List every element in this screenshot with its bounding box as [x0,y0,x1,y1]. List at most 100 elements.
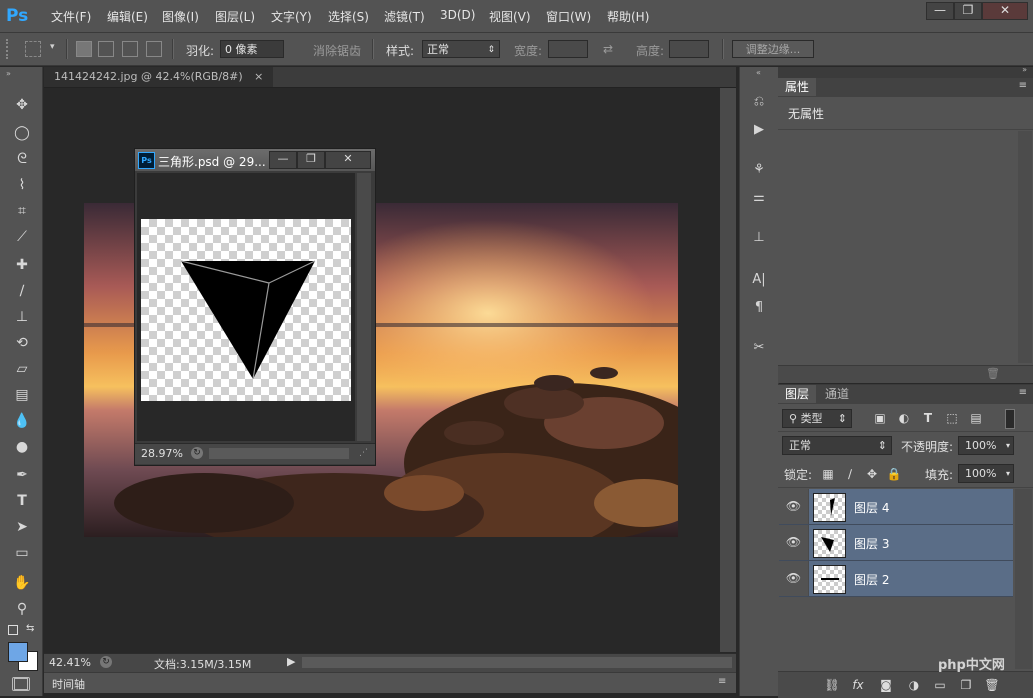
paragraph-panel-icon[interactable]: ¶ [749,299,769,317]
add-mask-icon[interactable]: ◙ [878,677,894,693]
menu-layer[interactable]: 图层(L) [215,8,255,25]
layer-filter-select[interactable]: ⚲ 类型 ⇕ [782,409,852,428]
layers-tab[interactable]: 图层 [778,385,817,403]
blend-mode-select[interactable]: 正常 ⇕ [782,436,892,455]
history-panel-icon[interactable]: ⎌ [749,93,769,111]
status-arrow-icon[interactable]: ▶ [287,655,295,668]
menu-type[interactable]: 文字(Y) [271,8,312,25]
lock-image-icon[interactable]: ∕ [842,466,858,482]
zoom-level[interactable]: 42.41% [49,656,91,669]
screen-mode-icon[interactable] [14,678,28,690]
shape-tool-icon[interactable]: ▭ [11,543,33,563]
lasso-tool-icon[interactable]: ᘓ [11,149,33,169]
floating-vertical-scrollbar[interactable] [357,173,371,441]
quick-select-icon[interactable]: ⌇ [11,175,33,195]
feather-input[interactable]: 0 像素 [220,40,284,58]
panel-menu-icon[interactable]: ≡ [1019,80,1027,91]
vertical-scrollbar[interactable] [720,88,736,652]
status-menu-icon[interactable]: ↻ [100,656,112,668]
type-tool-icon[interactable]: T [11,491,33,511]
layers-scrollbar[interactable] [1015,489,1032,669]
brush-panel-icon[interactable]: ⚘ [749,161,769,179]
layer-name[interactable]: 图层 4 [854,499,889,516]
floating-zoom-level[interactable]: 28.97% [141,447,183,460]
eraser-tool-icon[interactable]: ▱ [11,359,33,379]
new-selection-icon[interactable] [76,41,92,57]
timeline-tab[interactable]: 时间轴 [52,676,85,692]
menu-window[interactable]: 窗口(W) [546,8,591,25]
properties-tab[interactable]: 属性 [778,78,817,96]
float-restore-button[interactable]: ❐ [297,151,325,169]
add-selection-icon[interactable] [98,41,114,57]
layer-name[interactable]: 图层 3 [854,535,889,552]
clone-source-icon[interactable]: ⊥ [749,229,769,247]
foreground-color-swatch[interactable] [8,642,28,662]
actions-panel-icon[interactable]: ▶ [749,121,769,139]
filter-toggle[interactable] [1005,409,1015,429]
swap-colors-icon[interactable]: ⇆ [26,623,34,634]
new-group-icon[interactable]: ▭ [932,677,948,693]
floating-document-window[interactable]: Ps 三角形.psd @ 29... — ❐ ✕ 28.97% ↻ ⋰ [134,148,376,466]
zoom-tool-icon[interactable]: ⚲ [11,599,33,619]
marquee-tool-icon[interactable] [25,41,41,57]
filter-pixel-icon[interactable]: ▣ [872,410,888,426]
intersect-selection-icon[interactable] [146,41,162,57]
floating-status-menu-icon[interactable]: ↻ [191,447,203,459]
visibility-eye-icon[interactable]: 👁 [779,489,809,524]
eyedropper-icon[interactable]: ⟋ [11,227,33,247]
layer-name[interactable]: 图层 2 [854,571,889,588]
menu-select[interactable]: 选择(S) [328,8,369,25]
new-layer-icon[interactable]: ❐ [958,677,974,693]
delete-icon[interactable]: 🗑 [986,367,1000,380]
floating-horizontal-scrollbar[interactable] [209,448,349,459]
path-select-icon[interactable]: ➤ [11,517,33,537]
blur-tool-icon[interactable]: 💧 [11,411,33,431]
filter-shape-icon[interactable]: ⬚ [944,410,960,426]
default-colors-icon[interactable] [8,625,18,635]
filter-smart-object-icon[interactable]: ▤ [968,410,984,426]
gradient-tool-icon[interactable]: ▤ [11,385,33,405]
lock-transparent-icon[interactable]: ▦ [820,466,836,482]
fx-icon[interactable]: fx [850,677,866,693]
visibility-eye-icon[interactable]: 👁 [779,561,809,596]
dodge-tool-icon[interactable]: ● [11,437,33,457]
fill-input[interactable]: 100% ▾ [958,464,1014,483]
refine-edge-button[interactable]: 调整边缘... [732,40,814,58]
minimize-button[interactable]: — [926,2,954,20]
subtract-selection-icon[interactable] [122,41,138,57]
panel-menu-icon[interactable]: ≡ [718,676,726,687]
height-input[interactable] [669,40,709,58]
close-tab-icon[interactable]: × [254,70,263,83]
restore-button[interactable]: ❐ [954,2,982,20]
options-grip[interactable] [6,39,12,59]
properties-scrollbar[interactable] [1018,131,1032,363]
float-minimize-button[interactable]: — [269,151,297,169]
menu-filter[interactable]: 滤镜(T) [384,8,425,25]
collapse-icon[interactable]: » [6,69,11,78]
menu-file[interactable]: 文件(F) [51,8,91,25]
crop-tool-icon[interactable]: ⌗ [11,201,33,221]
menu-view[interactable]: 视图(V) [489,8,531,25]
healing-brush-icon[interactable]: ✚ [11,255,33,275]
floating-canvas[interactable] [137,173,355,441]
menu-help[interactable]: 帮助(H) [607,8,649,25]
opacity-input[interactable]: 100% ▾ [958,436,1014,455]
delete-layer-icon[interactable]: 🗑 [984,677,1000,693]
float-close-button[interactable]: ✕ [325,151,371,169]
document-tab[interactable]: 141424242.jpg @ 42.4%(RGB/8#) × [44,67,274,87]
channels-tab[interactable]: 通道 [818,385,856,403]
style-select[interactable]: 正常 ⇕ [422,40,500,58]
resize-grip-icon[interactable]: ⋰ [359,448,368,458]
tool-presets-icon[interactable]: ✂ [749,339,769,357]
horizontal-scrollbar[interactable] [302,657,732,668]
filter-type-icon[interactable]: T [920,410,936,426]
elliptical-marquee-icon[interactable]: ◯ [11,123,33,143]
layer-row[interactable]: 👁 图层 2 [779,561,1013,597]
close-button[interactable]: ✕ [982,2,1028,20]
panel-menu-icon[interactable]: ≡ [1019,387,1027,398]
move-tool-icon[interactable]: ✥ [11,95,33,115]
menu-image[interactable]: 图像(I) [162,8,199,25]
menu-3d[interactable]: 3D(D) [440,8,475,22]
clone-stamp-icon[interactable]: ⊥ [11,307,33,327]
width-input[interactable] [548,40,588,58]
